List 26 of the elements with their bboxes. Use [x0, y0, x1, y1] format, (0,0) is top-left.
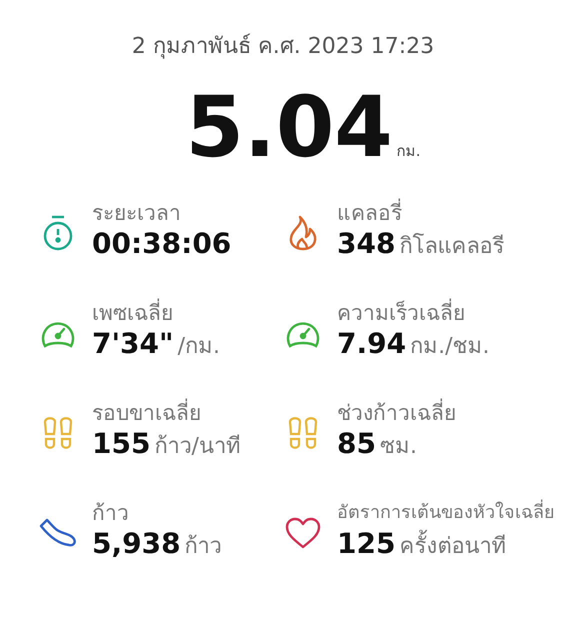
stat-unit: กิโลแคลอรี: [399, 232, 504, 261]
distance-value: 5.04: [185, 77, 393, 177]
stat-label: ก้าว: [92, 500, 130, 527]
stat-unit: ซม.: [380, 433, 417, 461]
stat-value: 5,938: [92, 527, 181, 560]
stat-label: ระยะเวลา: [92, 200, 182, 227]
stat-value: 85: [337, 427, 376, 460]
stat-value: 155: [92, 427, 150, 460]
stat-unit: /กม.: [178, 333, 220, 361]
stat-unit: ครั้งต่อนาที: [399, 528, 506, 563]
stat-unit: ก้าว: [184, 533, 222, 561]
stat-value: 348: [337, 227, 396, 260]
stat-label: อัตราการเต้นของหัวใจเฉลี่ย: [337, 499, 555, 527]
stat-label: แคลอรี่: [337, 199, 504, 227]
stat-value: 00:38:06: [92, 227, 232, 260]
stat-label: ช่วงก้าวเฉลี่ย: [337, 399, 456, 427]
stat-unit: กม./ชม.: [410, 333, 490, 361]
stat-value: 125: [337, 527, 396, 560]
date-time: 2 กุมภาพันธ์ ค.ศ. 2023 17:23: [130, 32, 436, 61]
stat-value: 7'34": [92, 327, 174, 360]
stat-label: เพซเฉลี่ย: [92, 299, 220, 327]
distance-unit: กม.: [396, 141, 421, 162]
stat-label: รอบขาเฉลี่ย: [92, 399, 241, 427]
stat-unit: ก้าว/นาที: [154, 433, 241, 461]
stat-value: 7.94: [337, 327, 406, 360]
stat-label: ความเร็วเฉลี่ย: [337, 299, 490, 327]
